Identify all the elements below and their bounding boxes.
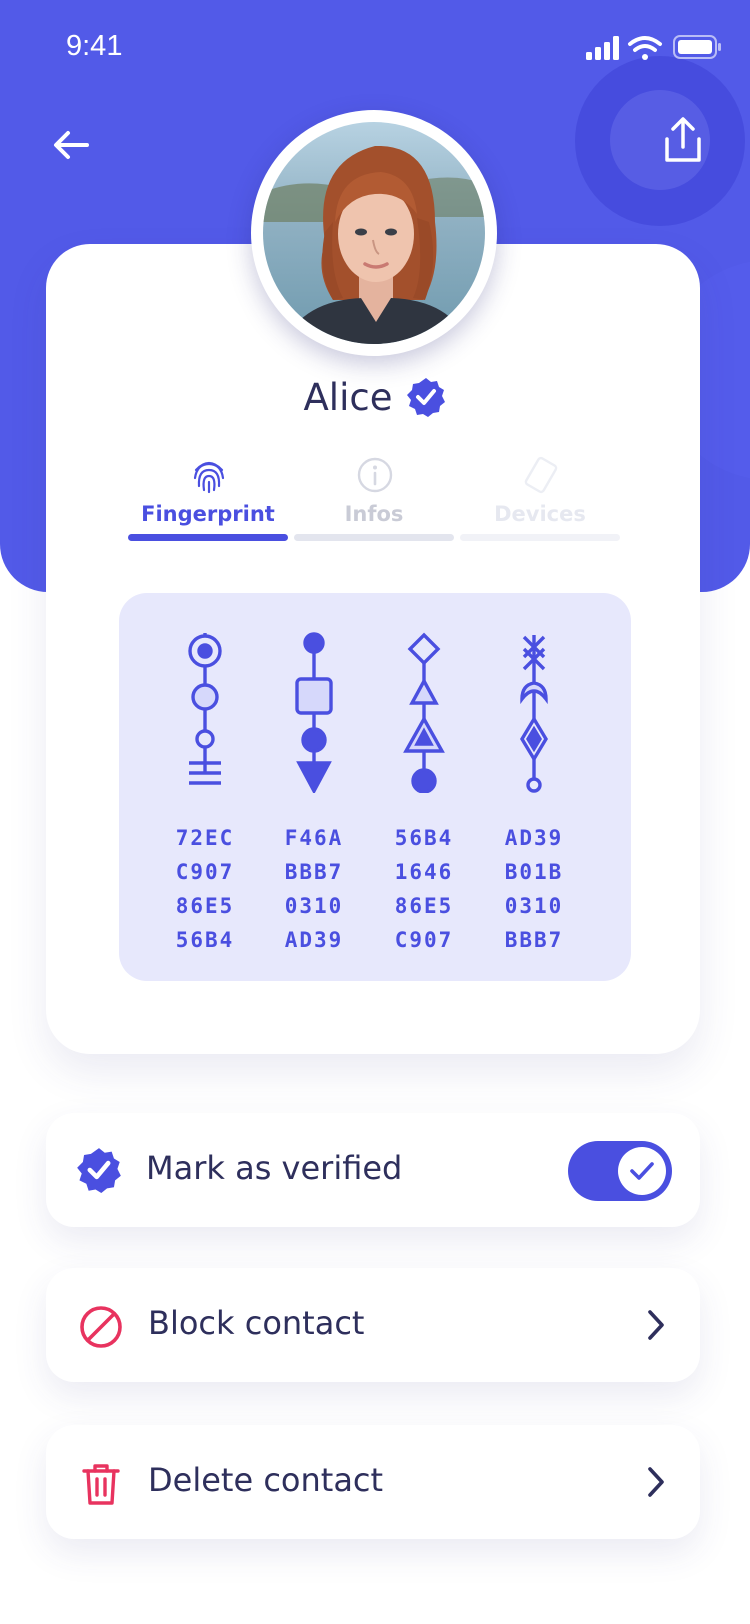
check-icon — [630, 1162, 654, 1180]
verified-badge-icon — [407, 378, 446, 417]
device-icon — [524, 456, 558, 494]
hex-code: 86E5 — [175, 894, 235, 918]
tab-indicator — [460, 534, 620, 541]
hex-code: BBB7 — [504, 928, 564, 952]
delete-contact-button[interactable]: Delete contact — [46, 1425, 700, 1539]
hex-code: AD39 — [284, 928, 344, 952]
contact-name: Alice — [303, 375, 393, 419]
share-icon — [665, 117, 701, 162]
verified-badge-icon — [77, 1148, 121, 1193]
signal-icon — [586, 36, 619, 60]
hex-code: 72EC — [175, 826, 235, 850]
tab-devices-label: Devices — [494, 502, 586, 526]
tab-devices[interactable]: Devices — [460, 452, 620, 542]
fingerprint-glyph — [295, 632, 333, 793]
avatar-photo — [263, 122, 485, 344]
fingerprint-icon — [193, 461, 225, 494]
hex-code: BBB7 — [284, 860, 344, 884]
avatar — [251, 110, 497, 356]
hex-code: C907 — [394, 928, 454, 952]
tab-indicator-active — [128, 534, 288, 541]
block-contact-button[interactable]: Block contact — [46, 1268, 700, 1382]
chevron-right-icon — [648, 1467, 664, 1497]
tab-infos-label: Infos — [344, 502, 404, 526]
block-contact-label: Block contact — [148, 1304, 365, 1342]
verified-toggle[interactable] — [568, 1141, 672, 1201]
hex-code: AD39 — [504, 826, 564, 850]
fingerprint-hex-column: AD39 B01B 0310 BBB7 — [484, 821, 584, 957]
hex-code: 1646 — [394, 860, 454, 884]
hex-code: 56B4 — [394, 826, 454, 850]
info-icon — [357, 457, 393, 493]
mark-verified-label: Mark as verified — [146, 1149, 403, 1187]
tab-indicator — [294, 534, 454, 541]
fingerprint-hex-column: 72EC C907 86E5 56B4 — [155, 821, 255, 957]
hex-code: B01B — [504, 860, 564, 884]
fingerprint-glyph — [520, 635, 548, 793]
mark-verified-row: Mark as verified — [46, 1113, 700, 1227]
block-icon — [80, 1306, 122, 1348]
status-icons — [550, 30, 750, 70]
fingerprint-panel: 72EC C907 86E5 56B4 F46A BBB7 0310 AD39 … — [119, 593, 631, 981]
arrow-left-icon — [54, 131, 89, 159]
hex-code: 56B4 — [175, 928, 235, 952]
fingerprint-glyph — [403, 632, 445, 793]
wifi-icon — [628, 36, 662, 60]
hex-code: 0310 — [504, 894, 564, 918]
tab-bar: Fingerprint Infos Devices — [128, 452, 622, 542]
delete-contact-label: Delete contact — [148, 1461, 384, 1499]
back-button[interactable] — [44, 118, 98, 172]
tab-infos[interactable]: Infos — [294, 452, 454, 542]
status-bar: 9:41 — [0, 0, 750, 90]
toggle-knob — [618, 1147, 666, 1195]
battery-icon — [673, 35, 721, 59]
fingerprint-hex-column: F46A BBB7 0310 AD39 — [264, 821, 364, 957]
contact-name-row: Alice — [0, 372, 750, 422]
hex-code: 0310 — [284, 894, 344, 918]
hex-code: C907 — [175, 860, 235, 884]
trash-icon — [82, 1464, 120, 1505]
status-time: 9:41 — [66, 30, 123, 62]
tab-fingerprint-label: Fingerprint — [141, 502, 275, 526]
fingerprint-glyph — [188, 633, 222, 785]
fingerprint-hex-column: 56B4 1646 86E5 C907 — [374, 821, 474, 957]
hex-code: 86E5 — [394, 894, 454, 918]
tab-fingerprint[interactable]: Fingerprint — [128, 452, 288, 542]
chevron-right-icon — [648, 1310, 664, 1340]
share-button[interactable] — [656, 110, 710, 170]
hex-code: F46A — [284, 826, 344, 850]
